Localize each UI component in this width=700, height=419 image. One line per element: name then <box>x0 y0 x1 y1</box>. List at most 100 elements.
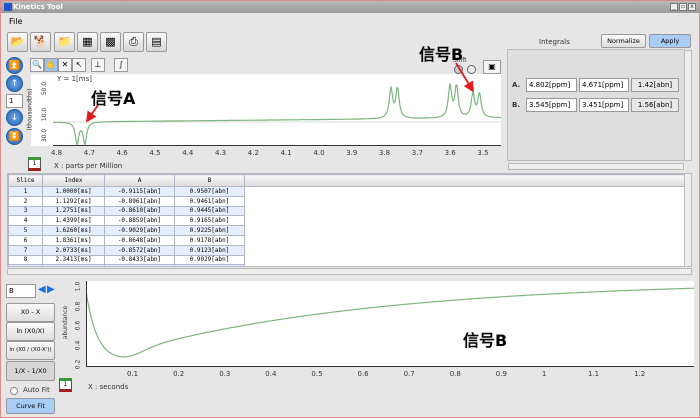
normalize-button[interactable]: Normalize <box>601 34 646 48</box>
table-horizontal-scrollbar[interactable] <box>7 268 692 275</box>
table-cell: 0.9461[abn] <box>174 195 245 207</box>
table-row[interactable]: 92.6438[ms]-0.8273[abn]0.8960[abn] <box>8 264 685 266</box>
spectrum-y-label: Y = 1[ms] <box>57 75 92 83</box>
spectrum-x-tick: 3.5 <box>477 149 489 157</box>
x0-minus-x-button[interactable]: X0 - X <box>6 303 55 322</box>
auto-fit-checkbox[interactable] <box>10 387 18 395</box>
table-row[interactable]: 4 1.4399[ms] -0.8859[abn] 0.9165[abn] <box>8 215 685 227</box>
baseline-icon[interactable]: ⊥ <box>91 58 105 72</box>
next-slice-button[interactable]: ↓ <box>6 109 23 126</box>
decay-y-tick: 0.4 <box>74 340 82 350</box>
table-cell: 4 <box>8 215 43 227</box>
ln-x0-over-x-button[interactable]: ln (X0/X) <box>6 322 55 341</box>
decay-x-tick: 0.4 <box>265 370 277 378</box>
table-cell: 6 <box>8 234 43 246</box>
last-slice-button[interactable]: ⏬ <box>6 128 23 145</box>
shift-icon[interactable] <box>467 65 476 74</box>
open-folder-icon[interactable]: 📂 <box>7 32 28 52</box>
display-mode-button[interactable]: ▣ <box>483 60 501 74</box>
ln-x0-over-x0-minus-x-button[interactable]: ln (X0 / (X0-X')) <box>6 341 55 360</box>
table-row[interactable]: 5 1.6260[ms] -0.9029[abn] 0.9225[abn] <box>8 225 685 236</box>
column-header-a[interactable]: A <box>104 174 175 187</box>
table-row[interactable]: 1 1.0000[ms] -0.9115[abn] 0.9507[abn] <box>8 186 685 197</box>
decay-x-tick: 0.5 <box>311 370 323 378</box>
spectrum-y-tick: 30.0 <box>41 128 49 143</box>
table-row[interactable]: 7 2.0733[ms] -0.8572[abn] 0.9123[abn] <box>8 244 685 256</box>
reciprocal-diff-button[interactable]: 1/X - 1/X0 <box>6 361 55 381</box>
import-icon[interactable]: 🐕 <box>30 32 51 52</box>
table-row[interactable]: 8 2.3413[ms] -0.8433[abn] 0.9029[abn] <box>8 254 685 266</box>
peak-pick-icon[interactable] <box>454 65 463 74</box>
window-title: Kinetics Tool <box>13 3 63 11</box>
spectrum-x-tick: 4.6 <box>116 149 128 157</box>
table-cell: -0.8961[abn] <box>104 195 175 207</box>
print-preview-icon[interactable]: ▤ <box>146 32 167 52</box>
apply-button[interactable]: Apply <box>649 34 691 48</box>
integrals-vertical-scrollbar[interactable] <box>684 50 692 161</box>
first-slice-button[interactable]: ⏫ <box>6 57 23 74</box>
table-cell-empty <box>244 264 685 266</box>
table-cell: 8 <box>8 254 43 266</box>
next-signal-arrow-icon[interactable]: ▶ <box>47 284 55 298</box>
select-icon[interactable]: ↖ <box>72 58 86 72</box>
spectrum-x-tick: 4.5 <box>149 149 161 157</box>
table-cell: -0.8273[abn] <box>104 264 175 266</box>
integral-end-field[interactable]: 3.451[ppm] <box>579 98 629 112</box>
table-cell: -0.9029[abn] <box>104 225 175 236</box>
table-cell: 1.0000[ms] <box>42 186 105 197</box>
minimize-button[interactable]: _ <box>670 3 678 11</box>
integral-value: 1.56[abn] <box>631 98 679 112</box>
signal-b-decay-annotation: 信号B <box>463 331 508 350</box>
column-header-b[interactable]: B <box>174 174 245 187</box>
analyze-icon[interactable]: ▩ <box>100 32 121 52</box>
maximize-button[interactable]: ▫ <box>679 3 687 11</box>
integral-start-field[interactable]: 3.545[ppm] <box>526 98 577 112</box>
decay-x-tick: 0.6 <box>357 370 369 378</box>
table-cell-empty <box>244 245 685 256</box>
slice-color-badge[interactable]: 1 <box>28 157 41 171</box>
decay-plot[interactable] <box>85 281 694 367</box>
spectrum-x-tick: 3.8 <box>379 149 391 157</box>
previous-signal-arrow-icon[interactable]: ◀ <box>38 284 46 298</box>
signal-select-input[interactable]: B <box>6 284 36 298</box>
close-button[interactable]: x <box>688 3 696 11</box>
export-icon[interactable]: ▦ <box>77 32 98 52</box>
zoom-icon[interactable]: 🔍 <box>30 58 44 72</box>
integral-icon[interactable]: ∫ <box>114 58 128 72</box>
signal-a-annotation: 信号A <box>91 89 136 108</box>
table-cell: 1.4399[ms] <box>42 215 105 227</box>
decay-y-axis-label: abundance <box>62 305 70 340</box>
integral-end-field[interactable]: 4.671[ppm] <box>579 78 629 92</box>
column-header-index[interactable]: Index <box>42 174 105 187</box>
spectrum-x-tick: 4.8 <box>51 149 63 157</box>
decay-x-tick: 0.7 <box>403 370 415 378</box>
decay-slice-badge[interactable]: 1 <box>59 378 72 392</box>
table-cell: 3 <box>8 205 43 217</box>
previous-slice-button[interactable]: ↑ <box>6 75 23 92</box>
table-cell-empty <box>244 186 685 197</box>
print-icon[interactable]: ⎙ <box>123 32 144 52</box>
app-window: Kinetics Tool _ ▫ x File 📂 🐕 📁 ▦ ▩ ⎙ ▤ 🔍… <box>0 0 700 418</box>
curve-fit-button[interactable]: Curve Fit <box>6 398 55 414</box>
cross-icon[interactable]: ✕ <box>58 58 72 72</box>
decay-x-tick: 0.3 <box>219 370 231 378</box>
table-row[interactable]: 2 1.1292[ms] -0.8961[abn] 0.9461[abn] <box>8 195 685 207</box>
integrals-horizontal-scrollbar[interactable] <box>508 163 684 170</box>
menu-file[interactable]: File <box>9 17 22 26</box>
spectrum-x-tick: 4.3 <box>215 149 227 157</box>
table-row[interactable]: 6 1.8361[ms] -0.8648[abn] 0.9178[abn] <box>8 234 685 246</box>
pan-icon[interactable]: ✋ <box>44 58 58 72</box>
open-recent-icon[interactable]: 📁 <box>54 32 75 52</box>
integral-start-field[interactable]: 4.802[ppm] <box>526 78 577 92</box>
decay-y-tick: 0.2 <box>74 359 82 370</box>
column-header-slice[interactable]: Slice <box>8 174 43 187</box>
table-cell: -0.8610[abn] <box>104 205 175 217</box>
spectrum-x-tick: 3.7 <box>411 149 423 157</box>
table-cell-empty <box>244 235 685 246</box>
table-vertical-scrollbar[interactable] <box>684 173 692 267</box>
slice-input[interactable]: 1 <box>6 94 23 108</box>
table-row[interactable]: 3 1.2751[ms] -0.8610[abn] 0.9445[abn] <box>8 205 685 217</box>
table-cell: 7 <box>8 244 43 256</box>
decay-y-tick: 0.6 <box>74 320 82 331</box>
table-cell: -0.9115[abn] <box>104 186 175 197</box>
